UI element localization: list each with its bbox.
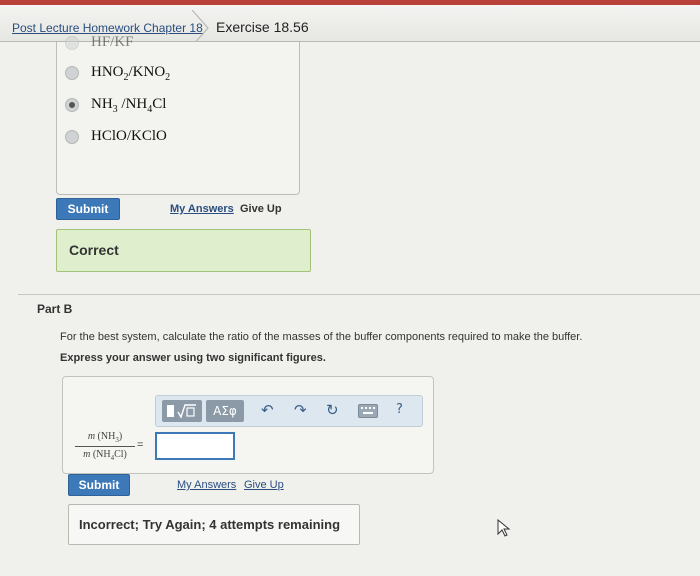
choice-hno2-kno2[interactable]: HNO2/KNO2 [65, 64, 170, 83]
choice-hclo-kclo[interactable]: HClO/KClO [65, 128, 167, 145]
templates-icon[interactable] [162, 400, 202, 422]
part-b-feedback-incorrect: Incorrect; Try Again; 4 attempts remaini… [68, 504, 360, 545]
choice-label: NH3 /NH4Cl [91, 96, 167, 115]
part-b-question: For the best system, calculate the ratio… [60, 331, 583, 343]
fraction-numerator: m (NH3) [75, 431, 135, 447]
choice-hf-kf[interactable]: HF/KF [65, 34, 134, 51]
answer-editor-panel: ΑΣφ ↶ ↷ ↻ ? m (NH3) m (NH4Cl) = [62, 376, 434, 474]
choice-label: HNO2/KNO2 [91, 64, 171, 83]
part-b-submit-button[interactable]: Submit [68, 474, 130, 496]
templates-glyph-icon [167, 404, 196, 419]
reset-icon[interactable]: ↻ [326, 399, 339, 421]
keyboard-icon[interactable] [358, 404, 378, 418]
choice-label: HClO/KClO [91, 128, 167, 144]
part-b-my-answers-link[interactable]: My Answers [177, 479, 236, 491]
radio-icon[interactable] [65, 129, 79, 144]
part-a-my-answers-link[interactable]: My Answers [170, 203, 234, 215]
math-toolbar: ΑΣφ ↶ ↷ ↻ ? [155, 395, 423, 427]
mass-ratio-fraction: m (NH3) m (NH4Cl) [75, 431, 135, 462]
choice-label: HF/KF [91, 34, 134, 50]
symbols-button[interactable]: ΑΣφ [206, 400, 244, 422]
help-button[interactable]: ? [396, 399, 403, 421]
radio-selected-icon[interactable] [65, 97, 79, 112]
part-a-choices-panel: HF/KF HNO2/KNO2 NH3 /NH4Cl HClO/KClO [56, 34, 300, 195]
part-b-instruction: Express your answer using two significan… [60, 352, 326, 364]
equals-sign: = [137, 439, 144, 451]
part-b-title: Part B [37, 302, 73, 316]
part-b-give-up-link[interactable]: Give Up [244, 479, 284, 491]
feedback-text: Incorrect; Try Again; 4 attempts remaini… [79, 517, 341, 532]
radio-icon[interactable] [65, 35, 79, 50]
redo-icon[interactable]: ↷ [294, 399, 307, 421]
undo-icon[interactable]: ↶ [261, 399, 274, 421]
part-a-feedback-correct: Correct [56, 229, 311, 272]
main-content: HF/KF HNO2/KNO2 NH3 /NH4Cl HClO/KClO Sub… [0, 34, 700, 576]
breadcrumb-separator-icon [191, 10, 209, 46]
feedback-text: Correct [69, 242, 119, 258]
breadcrumb-assignment-link[interactable]: Post Lecture Homework Chapter 18 [12, 21, 203, 35]
radio-icon[interactable] [65, 65, 79, 80]
mouse-pointer-icon [497, 519, 511, 537]
part-a-submit-button[interactable]: Submit [56, 198, 120, 220]
fraction-denominator: m (NH4Cl) [83, 449, 127, 462]
choice-nh3-nh4cl[interactable]: NH3 /NH4Cl [65, 96, 166, 115]
part-a-give-up-link[interactable]: Give Up [240, 203, 282, 215]
section-divider [18, 294, 700, 295]
breadcrumb-current-exercise: Exercise 18.56 [216, 19, 309, 35]
answer-input[interactable] [155, 432, 235, 460]
